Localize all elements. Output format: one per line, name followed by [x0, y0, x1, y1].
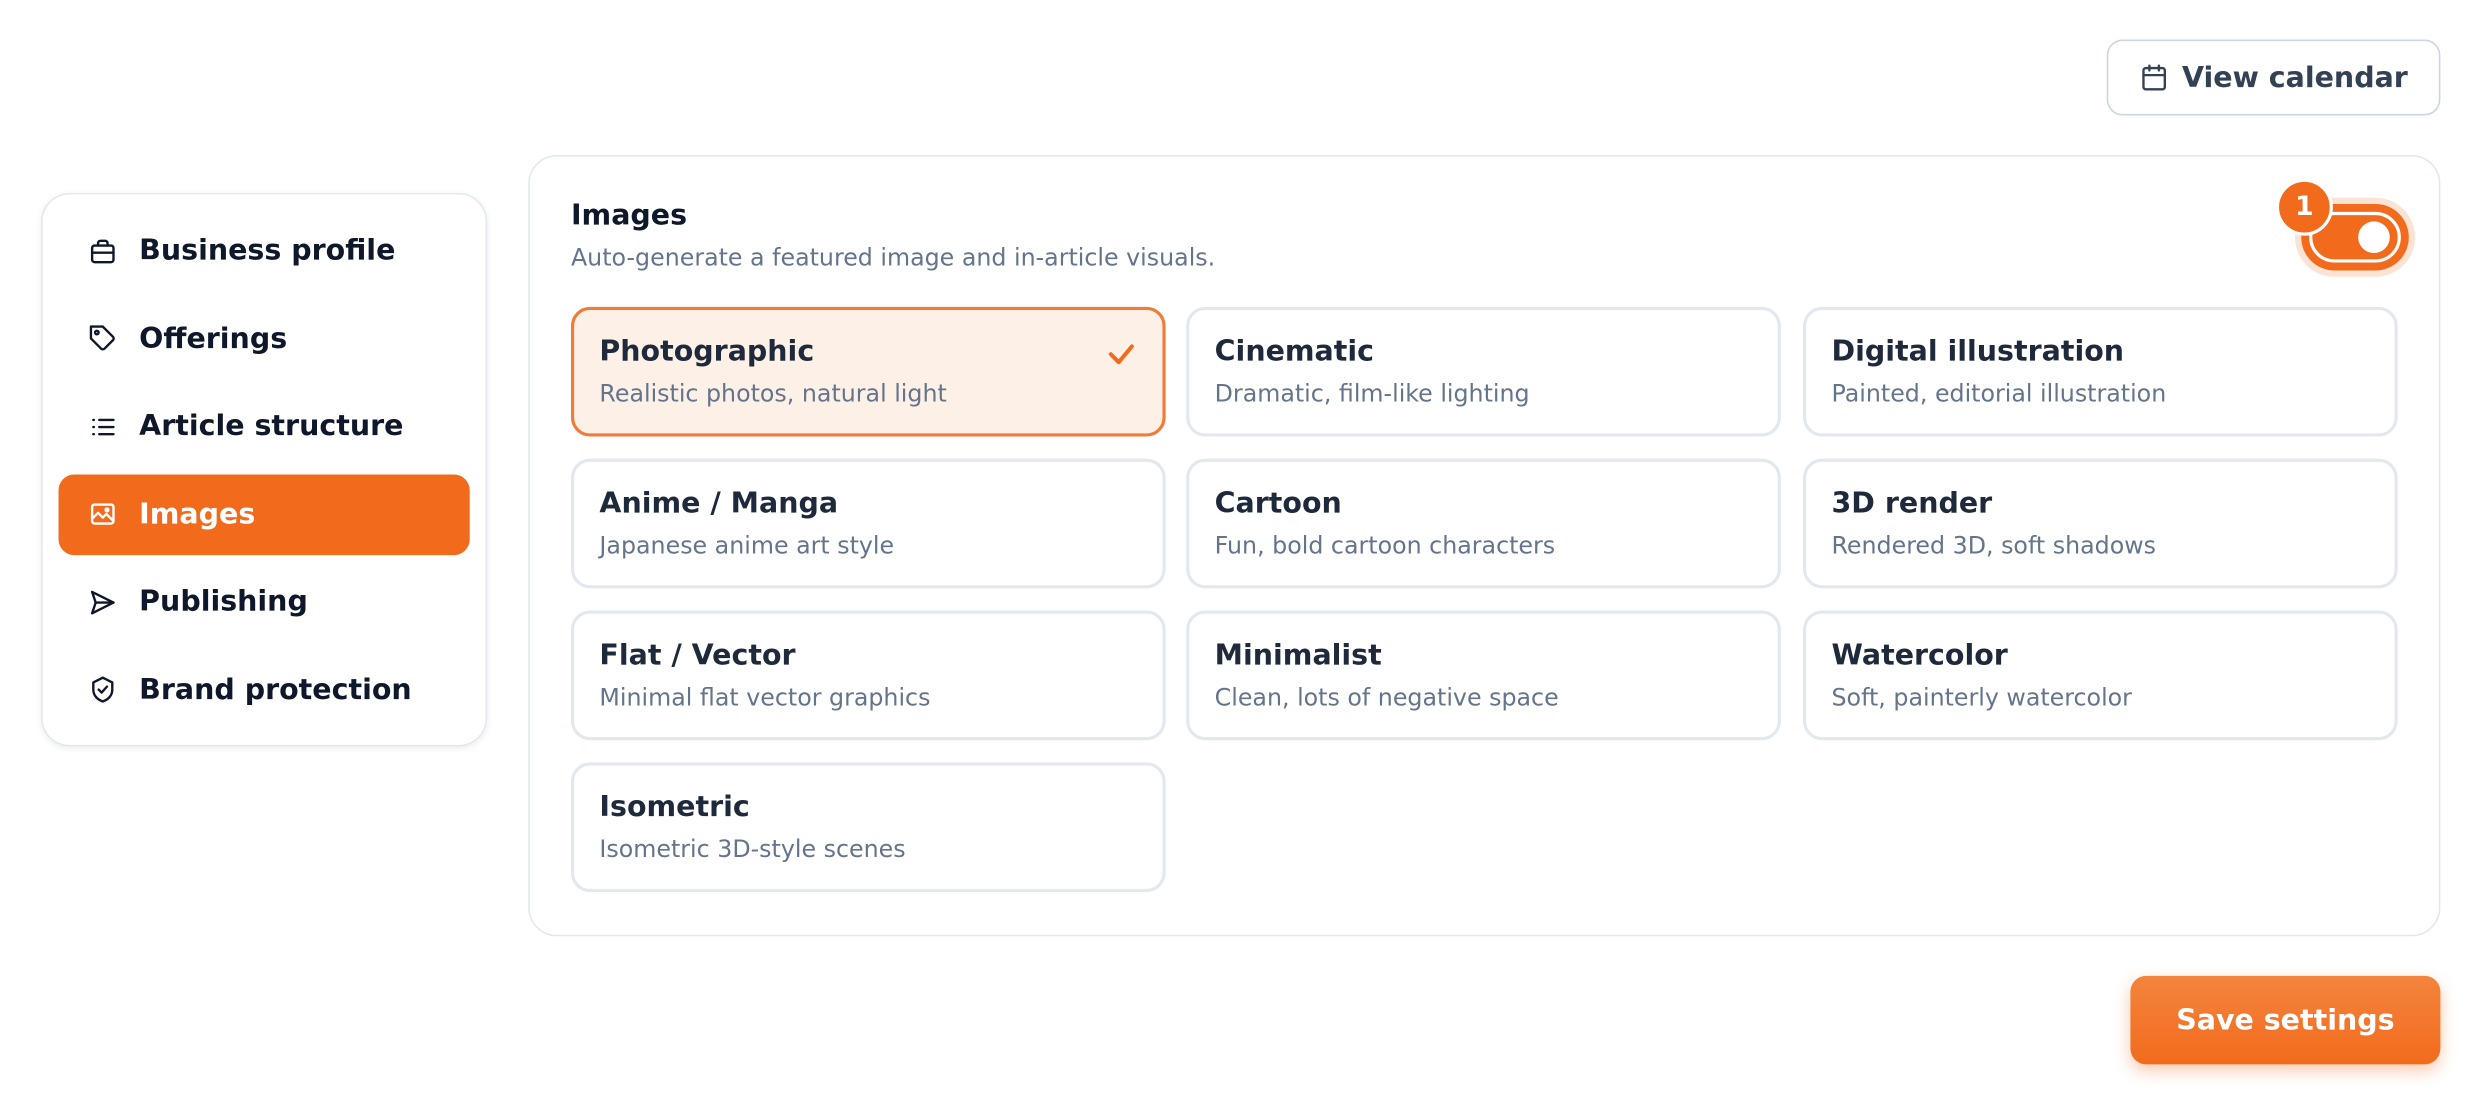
style-card-anime-manga[interactable]: Anime / Manga Japanese anime art style — [570, 458, 1166, 589]
sidebar-item-article-structure[interactable]: Article structure — [59, 386, 470, 467]
style-card-subtitle: Rendered 3D, soft shadows — [1831, 531, 2157, 560]
settings-sidebar: Business profile Offerings Article struc… — [41, 192, 488, 747]
style-card-title: Cinematic — [1214, 335, 1375, 369]
sidebar-item-label: Brand protection — [139, 673, 412, 707]
style-card-digital-illustration[interactable]: Digital illustration Painted, editorial … — [1803, 306, 2398, 437]
style-card-photographic[interactable]: Photographic Realistic photos, natural l… — [570, 306, 1166, 437]
images-toggle-wrapper: 1 — [2275, 178, 2416, 277]
sidebar-item-label: Article structure — [139, 409, 404, 444]
style-card-cinematic[interactable]: Cinematic Dramatic, film-like lighting — [1186, 306, 1781, 437]
style-card-flat-vector[interactable]: Flat / Vector Minimal flat vector graphi… — [570, 610, 1166, 741]
tag-icon — [87, 323, 119, 355]
sidebar-item-images[interactable]: Images — [58, 474, 470, 555]
shield-check-icon — [87, 675, 119, 707]
sidebar-item-publishing[interactable]: Publishing — [59, 562, 470, 643]
style-card-subtitle: Dramatic, film-like lighting — [1214, 379, 1530, 409]
style-card-cartoon[interactable]: Cartoon Fun, bold cartoon characters — [1186, 458, 1781, 589]
toggle-knob — [2358, 221, 2390, 254]
style-card-minimalist[interactable]: Minimalist Clean, lots of negative space — [1186, 610, 1781, 741]
style-card-title: Watercolor — [1831, 638, 2008, 673]
style-card-subtitle: Japanese anime art style — [599, 531, 895, 560]
style-card-title: Photographic — [599, 335, 815, 369]
style-card-subtitle: Painted, editorial illustration — [1831, 379, 2167, 409]
sidebar-item-business-profile[interactable]: Business profile — [59, 210, 470, 291]
step-badge: 1 — [2275, 178, 2333, 236]
style-card-3d-render[interactable]: 3D render Rendered 3D, soft shadows — [1803, 458, 2398, 589]
style-card-subtitle: Soft, painterly watercolor — [1831, 683, 2132, 712]
sidebar-item-label: Offerings — [139, 322, 288, 356]
sidebar-item-label: Publishing — [139, 585, 308, 619]
view-calendar-label: View calendar — [2181, 60, 2408, 95]
style-card-title: Cartoon — [1214, 487, 1342, 521]
briefcase-icon — [87, 235, 119, 267]
style-card-subtitle: Fun, bold cartoon characters — [1214, 531, 1556, 560]
sidebar-item-brand-protection[interactable]: Brand protection — [59, 650, 470, 731]
style-card-title: Minimalist — [1214, 638, 1382, 673]
panel-description: Auto-generate a featured image and in-ar… — [570, 243, 1216, 273]
style-card-title: Anime / Manga — [599, 487, 839, 521]
calendar-icon — [2141, 64, 2166, 91]
panel-title: Images — [570, 199, 688, 233]
save-settings-button[interactable]: Save settings — [2130, 975, 2441, 1065]
style-card-subtitle: Realistic photos, natural light — [599, 379, 947, 409]
style-card-title: 3D render — [1831, 487, 1993, 521]
style-card-watercolor[interactable]: Watercolor Soft, painterly watercolor — [1803, 610, 2398, 741]
sidebar-item-offerings[interactable]: Offerings — [59, 298, 470, 379]
style-card-title: Digital illustration — [1831, 335, 2125, 369]
list-icon — [87, 411, 119, 443]
style-card-subtitle: Isometric 3D-style scenes — [599, 835, 906, 864]
checkmark-icon — [1108, 344, 1134, 365]
sidebar-item-label: Business profile — [139, 234, 396, 268]
style-card-subtitle: Minimal flat vector graphics — [599, 683, 931, 712]
send-icon — [87, 587, 119, 619]
style-card-title: Isometric — [599, 790, 750, 825]
style-card-subtitle: Clean, lots of negative space — [1214, 683, 1559, 712]
sidebar-item-label: Images — [139, 497, 256, 532]
images-settings-panel: Images Auto-generate a featured image an… — [528, 154, 2441, 937]
image-icon — [87, 499, 119, 531]
style-card-isometric[interactable]: Isometric Isometric 3D-style scenes — [570, 762, 1166, 893]
style-card-title: Flat / Vector — [599, 638, 796, 673]
view-calendar-button[interactable]: View calendar — [2106, 39, 2441, 116]
